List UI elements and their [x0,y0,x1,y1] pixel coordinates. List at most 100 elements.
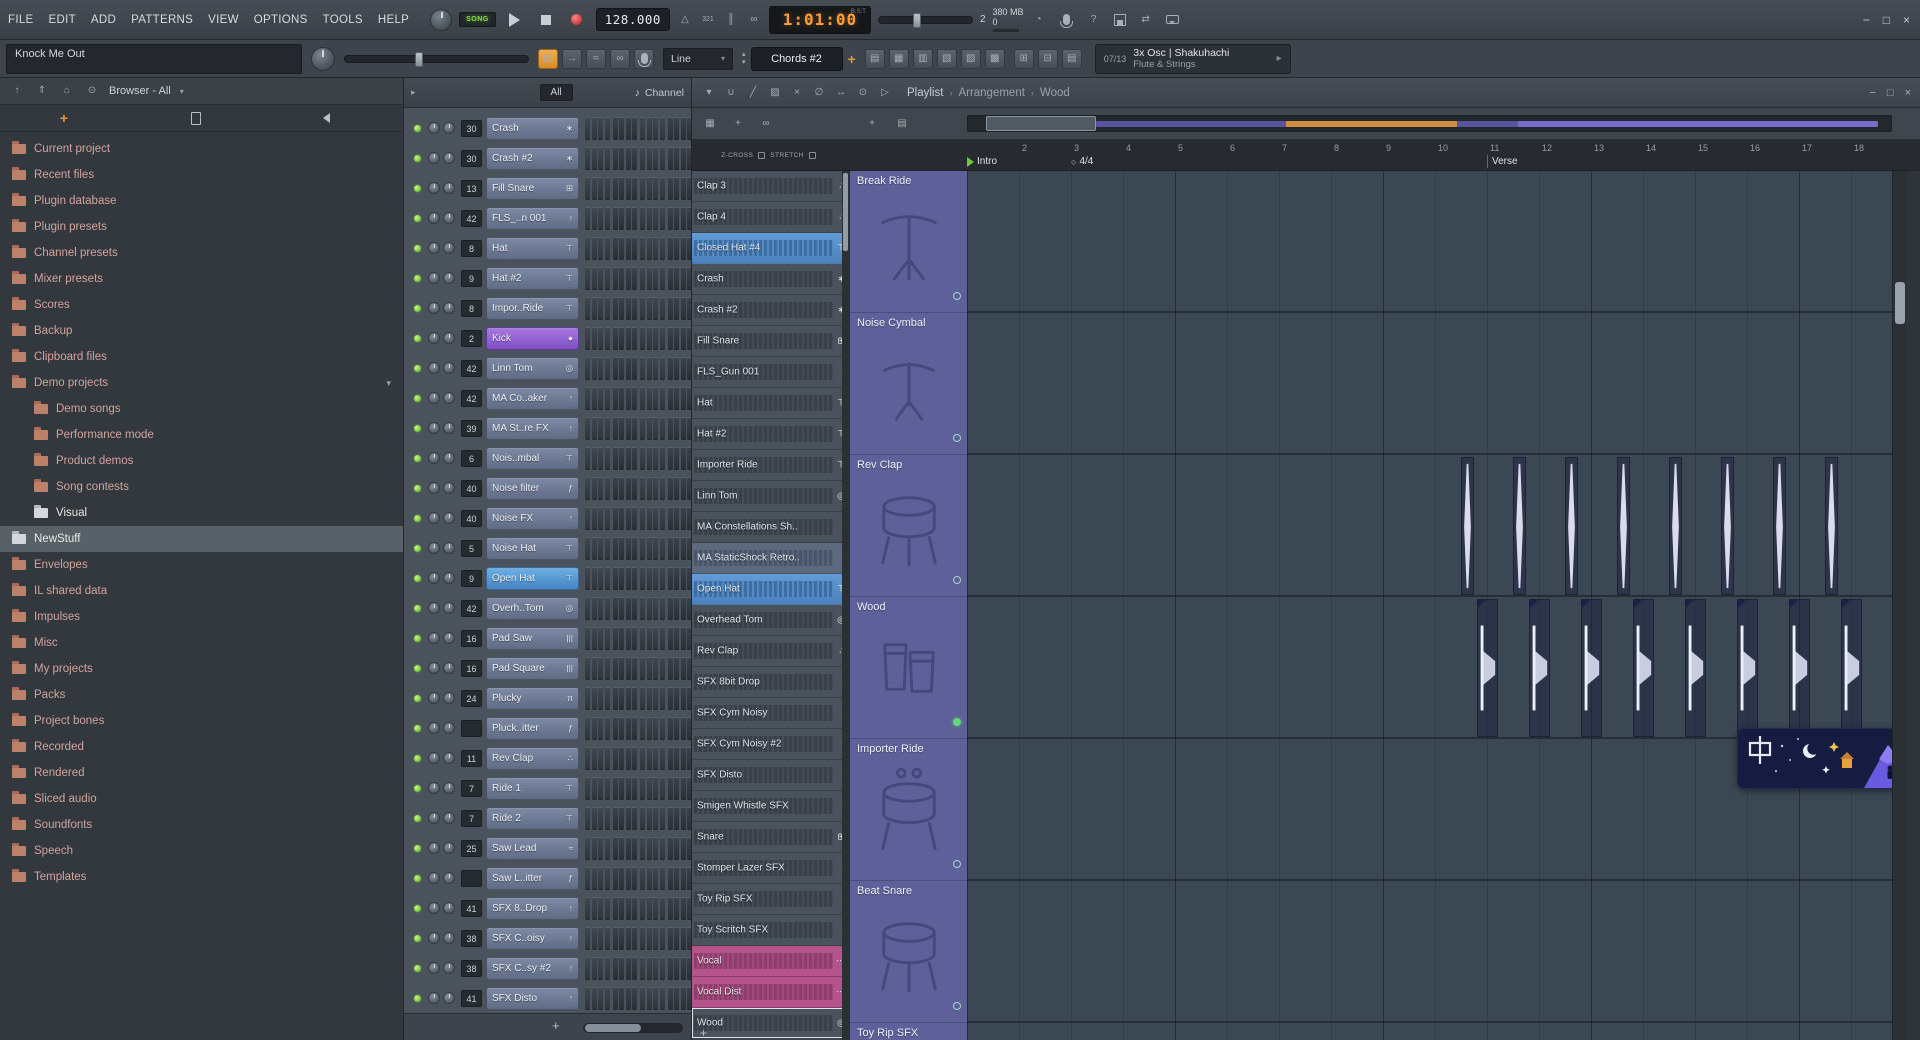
pan-knob[interactable] [428,152,440,164]
volume-knob[interactable] [443,782,455,794]
step-cell[interactable] [598,447,603,470]
channel-enable-led[interactable] [414,395,421,402]
shuffle-knob[interactable] [430,9,452,31]
step-cell[interactable] [668,747,673,770]
step-cell[interactable] [653,117,658,140]
step-cell[interactable] [660,327,665,350]
step-cell[interactable] [687,747,691,770]
step-cell[interactable] [632,837,637,860]
step-cell[interactable] [653,717,658,740]
step-cell[interactable] [626,867,631,890]
step-cell[interactable] [626,897,631,920]
step-cell[interactable] [640,987,645,1010]
piano-keyboard-button[interactable]: ▤ [1062,49,1082,69]
snap-selector[interactable]: Line ▾ [663,48,733,70]
step-cell[interactable] [668,567,673,590]
picker-item[interactable]: SFX Cym Noisy↑ [692,698,849,729]
volume-knob[interactable] [443,182,455,194]
step-cell[interactable] [674,237,679,260]
pan-knob[interactable] [428,662,440,674]
step-cell[interactable] [598,987,603,1010]
browser-item[interactable]: Speech [0,838,403,864]
step-cell[interactable] [640,237,645,260]
stretch-checkbox[interactable] [809,152,816,159]
step-cell[interactable] [687,807,691,830]
step-cell[interactable] [668,867,673,890]
main-volume-thumb[interactable] [913,13,921,28]
step-cell[interactable] [640,867,645,890]
pan-knob[interactable] [428,332,440,344]
step-cell[interactable] [626,147,631,170]
step-cell[interactable] [674,837,679,860]
step-cell[interactable] [660,417,665,440]
step-cell[interactable] [605,207,610,230]
channel-enable-led[interactable] [414,365,421,372]
step-cell[interactable] [653,837,658,860]
step-cell[interactable] [598,957,603,980]
step-cell[interactable] [687,387,691,410]
step-cell[interactable] [647,297,652,320]
step-cell[interactable] [619,777,624,800]
step-cell[interactable] [632,627,637,650]
step-cell[interactable] [626,447,631,470]
channel-enable-led[interactable] [414,815,421,822]
step-cell[interactable] [592,117,597,140]
channel-button[interactable]: Linn Tom◎ [486,357,579,380]
step-cell[interactable] [660,177,665,200]
channel-button[interactable]: Kick● [486,327,579,350]
step-cell[interactable] [674,777,679,800]
step-cell[interactable] [626,507,631,530]
step-cell[interactable] [626,417,631,440]
channel-enable-led[interactable] [414,965,421,972]
step-cell[interactable] [674,747,679,770]
step-cell[interactable] [585,807,590,830]
step-cell[interactable] [668,927,673,950]
pan-knob[interactable] [428,542,440,554]
step-cell[interactable] [592,927,597,950]
zcross-checkbox[interactable] [758,152,765,159]
step-cell[interactable] [681,897,686,920]
pan-knob[interactable] [428,422,440,434]
step-cell[interactable] [687,147,691,170]
plugin-picker-toggle[interactable]: ▩ [985,49,1005,69]
browser-item[interactable]: Soundfonts [0,812,403,838]
step-cell[interactable] [605,537,610,560]
channel-button[interactable]: Noise FX↑ [486,507,579,530]
step-cell[interactable] [640,447,645,470]
step-cell[interactable] [585,267,590,290]
audio-clip[interactable] [1685,599,1706,737]
rack-display-mode[interactable]: ♪ Channel [635,87,684,99]
step-cell[interactable] [605,657,610,680]
step-cell[interactable] [598,207,603,230]
step-cell[interactable] [632,417,637,440]
step-cell[interactable] [613,567,618,590]
step-cell[interactable] [674,717,679,740]
step-cell[interactable] [585,867,590,890]
track-header[interactable]: Break Ride [850,171,967,313]
playlist-scrollbar-thumb[interactable] [1895,282,1905,324]
step-cell[interactable] [605,837,610,860]
step-cell[interactable] [668,297,673,320]
step-cell[interactable] [619,927,624,950]
step-cell[interactable] [674,267,679,290]
step-cell[interactable] [681,267,686,290]
step-cell[interactable] [653,147,658,170]
browser-item[interactable]: Current project [0,136,403,162]
browser-item[interactable]: Backup [0,318,403,344]
group-filter-selector[interactable]: All [540,84,573,101]
step-cell[interactable] [668,777,673,800]
step-cell[interactable] [632,897,637,920]
step-cell[interactable] [640,717,645,740]
picker-item[interactable]: Crash∗ [692,264,849,295]
step-cell[interactable] [613,117,618,140]
step-cell[interactable] [647,357,652,380]
step-cell[interactable] [619,957,624,980]
step-cell[interactable] [632,597,637,620]
step-cell[interactable] [592,837,597,860]
channel-enable-led[interactable] [414,605,421,612]
channel-button[interactable]: Hat⊤ [486,237,579,260]
step-cell[interactable] [674,867,679,890]
step-cell[interactable] [605,357,610,380]
step-cell[interactable] [619,117,624,140]
step-cell[interactable] [605,747,610,770]
